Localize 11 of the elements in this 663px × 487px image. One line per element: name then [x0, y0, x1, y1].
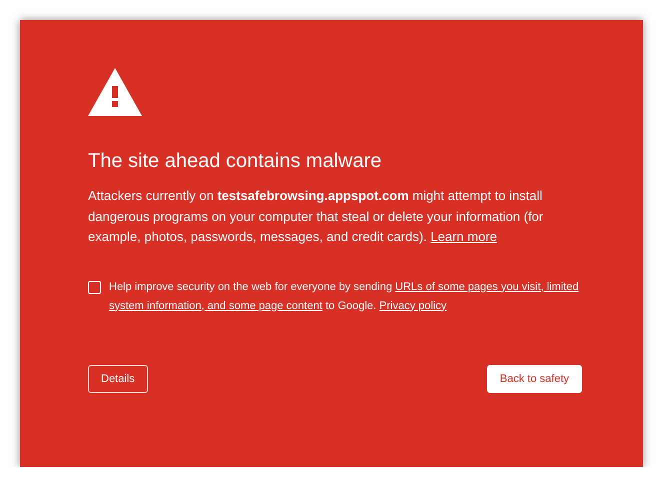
- page-heading: The site ahead contains malware: [88, 149, 382, 174]
- consent-checkbox[interactable]: [88, 280, 101, 294]
- data-sharing-link[interactable]: URLs of some pages you visit, limited: [395, 280, 579, 292]
- privacy-policy-link[interactable]: Privacy policy: [379, 300, 447, 312]
- data-sharing-link[interactable]: system information, and some page content: [109, 300, 322, 312]
- back-to-safety-button[interactable]: Back to safety: [486, 364, 582, 392]
- learn-more-link[interactable]: Learn more: [430, 229, 497, 244]
- warning-icon: [88, 68, 142, 116]
- warning-message: Attackers currently on testsafebrowsing.appspot.com might attempt to install dangerous programs on your computer that steal or delete your information (for example, photos, passwords, messages, and credit cards). Learn more: [88, 187, 544, 246]
- consent-text: Help improve security on the web for everyone by sending URLs of some pages you visit, limited system information, and some page content to Google. Privacy policy: [109, 280, 579, 314]
- details-button[interactable]: Details: [88, 364, 148, 392]
